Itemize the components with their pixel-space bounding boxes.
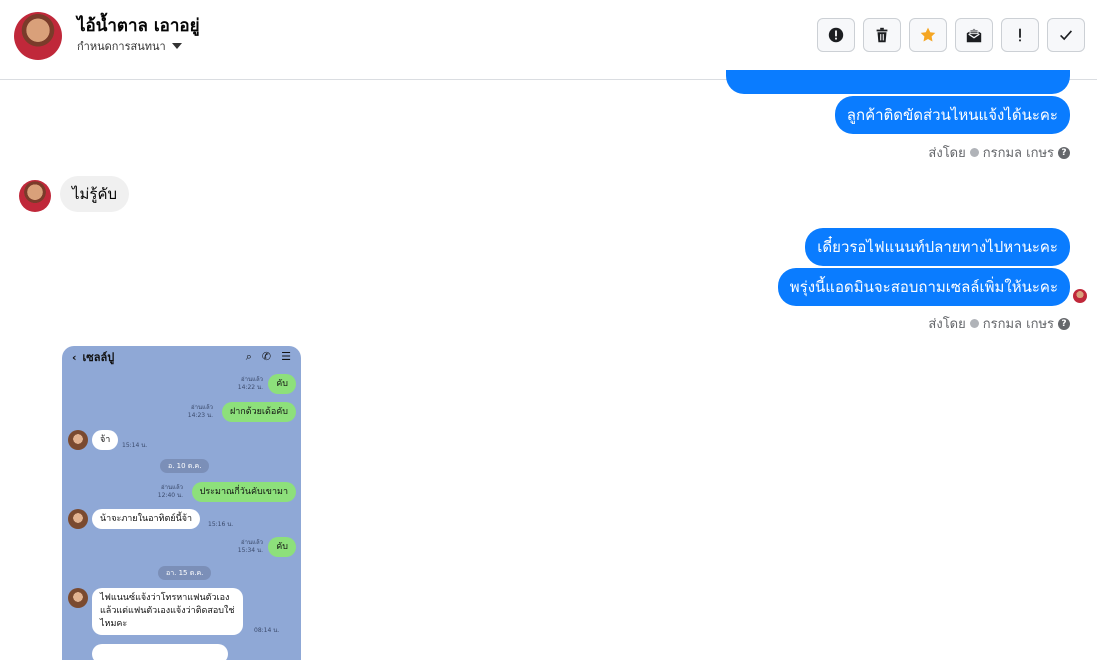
star-icon bbox=[920, 27, 936, 42]
help-icon[interactable]: ? bbox=[1058, 317, 1070, 330]
conversation-header: ไอ้น้ำตาล เอาอยู่ กำหนดการสนทนา bbox=[0, 0, 1097, 80]
line-chat-header: ‹ เซลล์ปู ⌕ ✆ ☰ bbox=[62, 346, 301, 368]
conversation-assign-dropdown[interactable]: กำหนดการสนทนา bbox=[77, 37, 182, 55]
verified-icon bbox=[969, 319, 979, 328]
menu-icon: ☰ bbox=[281, 350, 291, 363]
sent-by-info: ส่งโดย กรกมล เกษร ? bbox=[928, 142, 1070, 163]
contact-name[interactable]: ไอ้น้ำตาล เอาอยู่ bbox=[77, 12, 200, 39]
time-meta: 15:16 น. bbox=[208, 521, 234, 528]
contact-avatar-small[interactable] bbox=[19, 180, 51, 212]
caret-down-icon bbox=[171, 43, 182, 49]
time-meta: 15:14 น. bbox=[122, 442, 148, 449]
trash-icon bbox=[876, 27, 888, 43]
time-meta: 08:14 น. bbox=[254, 627, 280, 634]
message-bubble-incoming[interactable]: ไม่รู้คับ bbox=[60, 176, 130, 212]
mark-unread-icon bbox=[966, 28, 982, 43]
exclamation-icon bbox=[1019, 28, 1021, 42]
mark-unread-button[interactable] bbox=[955, 18, 993, 52]
image-attachment[interactable]: ‹ เซลล์ปู ⌕ ✆ ☰ อ่านแล้ว 14:22 น. คับ อ่านแ… bbox=[62, 346, 301, 660]
message-bubble-outgoing[interactable]: ลูกค้าติดขัดส่วนไหนแจ้งได้นะคะ bbox=[834, 96, 1070, 134]
seen-avatar bbox=[1073, 289, 1087, 303]
message-bubble-outgoing[interactable]: พรุ่งนี้แอดมินจะสอบถามเซลล์เพิ่มให้นะคะ bbox=[777, 268, 1070, 306]
line-bubble-out: ประมาณกี่วันคับเขามา bbox=[191, 482, 296, 502]
verified-icon bbox=[969, 148, 979, 157]
sent-by-info: ส่งโดย กรกมล เกษร ? bbox=[928, 313, 1070, 334]
help-icon[interactable]: ? bbox=[1058, 146, 1070, 159]
line-avatar bbox=[68, 430, 88, 450]
check-icon bbox=[1060, 30, 1073, 41]
date-separator: อ. 10 ต.ค. bbox=[160, 459, 210, 473]
message-bubble-partial bbox=[726, 70, 1070, 94]
star-button[interactable] bbox=[909, 18, 947, 52]
sent-by-label: ส่งโดย bbox=[928, 146, 966, 161]
line-bubble-in-partial bbox=[92, 644, 228, 660]
line-bubble-out: ฝากด้วยเด้อคับ bbox=[221, 402, 296, 422]
line-bubble-out: คับ bbox=[268, 537, 296, 557]
read-meta: อ่านแล้ว 15:34 น. bbox=[237, 539, 263, 554]
important-button[interactable] bbox=[1001, 18, 1039, 52]
line-bubble-in: จ้า bbox=[92, 430, 119, 450]
search-icon: ⌕ bbox=[245, 350, 252, 363]
date-separator: อา. 15 ต.ค. bbox=[158, 566, 212, 580]
assign-label: กำหนดการสนทนา bbox=[77, 40, 166, 53]
delete-button[interactable] bbox=[863, 18, 901, 52]
sent-by-label: ส่งโดย bbox=[928, 317, 966, 332]
line-avatar bbox=[68, 509, 88, 529]
read-meta: อ่านแล้ว 12:40 น. bbox=[157, 484, 183, 499]
alert-circle-icon bbox=[828, 27, 844, 43]
line-avatar bbox=[68, 588, 88, 608]
read-meta: อ่านแล้ว 14:22 น. bbox=[237, 376, 263, 391]
sender-name: กรกมล เกษร bbox=[982, 146, 1054, 161]
message-bubble-outgoing[interactable]: เดี๋ยวรอไฟแนนท์ปลายทางไปหานะคะ bbox=[805, 228, 1070, 266]
line-bubble-in: ไฟแนนซ์แจ้งว่าโทรหาแฟนตัวเอง แล้วแต่แฟนต… bbox=[92, 588, 243, 635]
sender-name: กรกมล เกษร bbox=[982, 317, 1054, 332]
back-icon: ‹ bbox=[72, 350, 77, 364]
line-bubble-in: น้าจะภายในอาทิตย์นี้จ้า bbox=[92, 509, 201, 529]
line-chat-title: เซลล์ปู bbox=[82, 351, 115, 364]
contact-avatar[interactable] bbox=[14, 12, 62, 60]
done-button[interactable] bbox=[1047, 18, 1085, 52]
toolbar bbox=[817, 18, 1085, 52]
read-meta: อ่านแล้ว 14:23 น. bbox=[187, 404, 213, 419]
line-bubble-out: คับ bbox=[268, 374, 296, 394]
phone-icon: ✆ bbox=[261, 350, 272, 363]
alert-button[interactable] bbox=[817, 18, 855, 52]
